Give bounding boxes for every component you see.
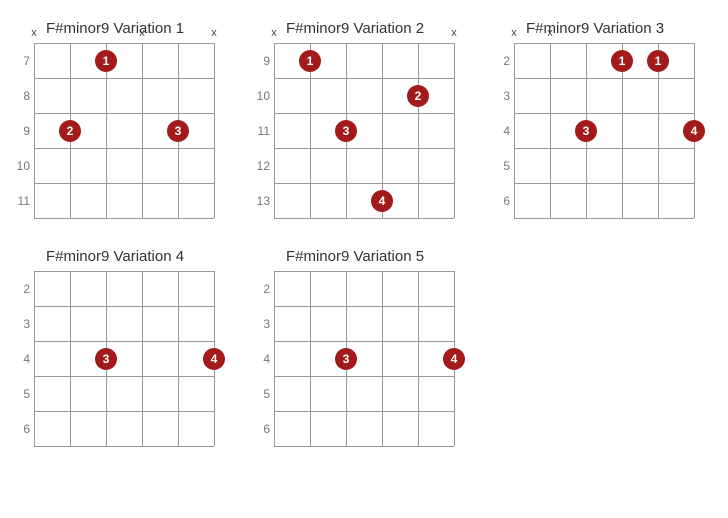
fret-label: 7 [10, 54, 30, 68]
chord-diagram: 2345634 [10, 271, 220, 446]
chord-block: F#minor9 Variation 3xx234561134 [490, 20, 700, 218]
fret-label: 9 [10, 124, 30, 138]
fret-label: 6 [10, 422, 30, 436]
finger-dot: 2 [407, 85, 429, 107]
fret-label: 10 [10, 159, 30, 173]
fret-label: 3 [490, 89, 510, 103]
mute-marker: x [511, 27, 517, 39]
finger-dot: 4 [203, 348, 225, 370]
fret-label: 12 [250, 159, 270, 173]
finger-dot: 3 [335, 348, 357, 370]
chord-diagram: xx234561134 [490, 43, 700, 218]
chord-block: F#minor9 Variation 52345634 [250, 248, 460, 446]
fret-label: 9 [250, 54, 270, 68]
mute-marker: x [547, 27, 553, 39]
finger-dot: 4 [683, 120, 705, 142]
finger-dot: 3 [95, 348, 117, 370]
fret-label: 4 [490, 124, 510, 138]
fret-label: 4 [10, 352, 30, 366]
finger-dot: 4 [443, 348, 465, 370]
fret-label: 3 [250, 317, 270, 331]
fret-label: 2 [490, 54, 510, 68]
fret-label: 2 [250, 282, 270, 296]
fret-label: 3 [10, 317, 30, 331]
mute-marker: x [271, 27, 277, 39]
chord-block: F#minor9 Variation 1xxx7891011123 [10, 20, 220, 218]
finger-dot: 4 [371, 190, 393, 212]
finger-dot: 1 [647, 50, 669, 72]
mute-marker: x [211, 27, 217, 39]
fret-label: 5 [250, 387, 270, 401]
finger-dot: 1 [611, 50, 633, 72]
fret-label: 11 [10, 194, 30, 208]
finger-dot: 3 [575, 120, 597, 142]
chord-diagram: xxx7891011123 [10, 43, 220, 218]
fret-label: 6 [490, 194, 510, 208]
mute-marker: x [451, 27, 457, 39]
fret-label: 13 [250, 194, 270, 208]
fret-label: 11 [250, 124, 270, 138]
fret-label: 2 [10, 282, 30, 296]
fret-label: 5 [10, 387, 30, 401]
finger-dot: 1 [95, 50, 117, 72]
fret-label: 8 [10, 89, 30, 103]
mute-marker: x [31, 27, 37, 39]
mute-marker: x [139, 27, 145, 39]
finger-dot: 2 [59, 120, 81, 142]
fret-label: 4 [250, 352, 270, 366]
fret-label: 10 [250, 89, 270, 103]
chord-diagram: xx9101112131234 [250, 43, 460, 218]
finger-dot: 3 [335, 120, 357, 142]
fret-label: 5 [490, 159, 510, 173]
finger-dot: 1 [299, 50, 321, 72]
chord-block: F#minor9 Variation 2xx9101112131234 [250, 20, 460, 218]
fret-label: 6 [250, 422, 270, 436]
chord-diagram: 2345634 [250, 271, 460, 446]
finger-dot: 3 [167, 120, 189, 142]
chord-block: F#minor9 Variation 42345634 [10, 248, 220, 446]
